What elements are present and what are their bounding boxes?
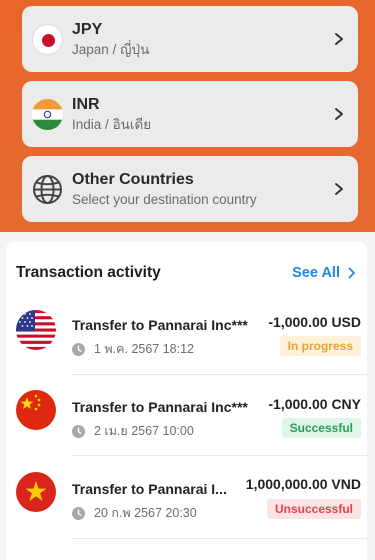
india-flag-icon bbox=[32, 98, 63, 130]
country-code: JPY bbox=[72, 20, 103, 38]
transaction-date: 1 พ.ค. 2567 18:12 bbox=[72, 339, 194, 359]
transaction-date-text: 1 พ.ค. 2567 18:12 bbox=[94, 342, 195, 356]
chevron-right-icon bbox=[335, 183, 343, 195]
china-flag-icon bbox=[16, 390, 56, 430]
chevron-right-icon bbox=[335, 33, 343, 45]
transaction-activity-title: Transaction activity bbox=[16, 264, 161, 281]
transaction-amount: -1,000.00 USD bbox=[268, 314, 361, 330]
country-card-jpy[interactable]: JPY Japan / ญี่ปุ่น bbox=[22, 6, 358, 72]
globe-icon bbox=[32, 174, 63, 205]
transaction-date: 20 ก.พ 2567 20:30 bbox=[72, 503, 197, 523]
status-badge: In progress bbox=[279, 336, 361, 356]
divider bbox=[72, 374, 367, 375]
divider bbox=[72, 455, 367, 456]
japan-flag-icon bbox=[32, 23, 63, 55]
transaction-name: Transfer to Pannarai Inc*** bbox=[72, 317, 248, 333]
country-name: Japan / ญี่ปุ่น bbox=[72, 41, 150, 57]
transaction-date-text: 20 ก.พ 2567 20:30 bbox=[94, 506, 197, 520]
country-card-inr[interactable]: INR India / อินเดีย bbox=[22, 81, 358, 147]
status-badge: Unsuccessful bbox=[266, 499, 361, 519]
country-name: India / อินเดีย bbox=[72, 116, 152, 132]
clock-icon bbox=[72, 424, 85, 438]
transaction-date-text: 2 เม.ย 2567 10:00 bbox=[94, 424, 194, 438]
transaction-name: Transfer to Pannarai Inc*** bbox=[72, 399, 248, 415]
country-code: INR bbox=[72, 95, 100, 113]
country-code: Other Countries bbox=[72, 170, 194, 188]
clock-icon bbox=[72, 342, 85, 356]
transaction-activity-panel: Transaction activity See All Transfer to… bbox=[6, 242, 367, 560]
divider bbox=[72, 538, 367, 539]
see-all-label: See All bbox=[292, 265, 340, 281]
chevron-right-icon bbox=[335, 108, 343, 120]
transaction-date: 2 เม.ย 2567 10:00 bbox=[72, 421, 194, 441]
transaction-amount: -1,000.00 CNY bbox=[268, 396, 361, 412]
transaction-row[interactable]: Transfer to Pannarai Inc*** 1 พ.ค. 2567 … bbox=[16, 300, 361, 380]
transaction-row[interactable]: Transfer to Pannarai I... 20 ก.พ 2567 20… bbox=[16, 464, 361, 544]
transaction-name: Transfer to Pannarai I... bbox=[72, 481, 227, 497]
see-all-link[interactable]: See All bbox=[292, 265, 356, 281]
clock-icon bbox=[72, 506, 85, 520]
status-badge: Successful bbox=[281, 418, 361, 438]
chevron-right-icon bbox=[348, 267, 355, 279]
usa-flag-icon bbox=[16, 310, 56, 350]
transaction-amount: 1,000,000.00 VND bbox=[245, 476, 361, 492]
transaction-row[interactable]: Transfer to Pannarai Inc*** 2 เม.ย 2567 … bbox=[16, 382, 361, 462]
vietnam-flag-icon bbox=[16, 472, 56, 512]
country-card-other[interactable]: Other Countries Select your destination … bbox=[22, 156, 358, 222]
country-name: Select your destination country bbox=[72, 191, 257, 207]
